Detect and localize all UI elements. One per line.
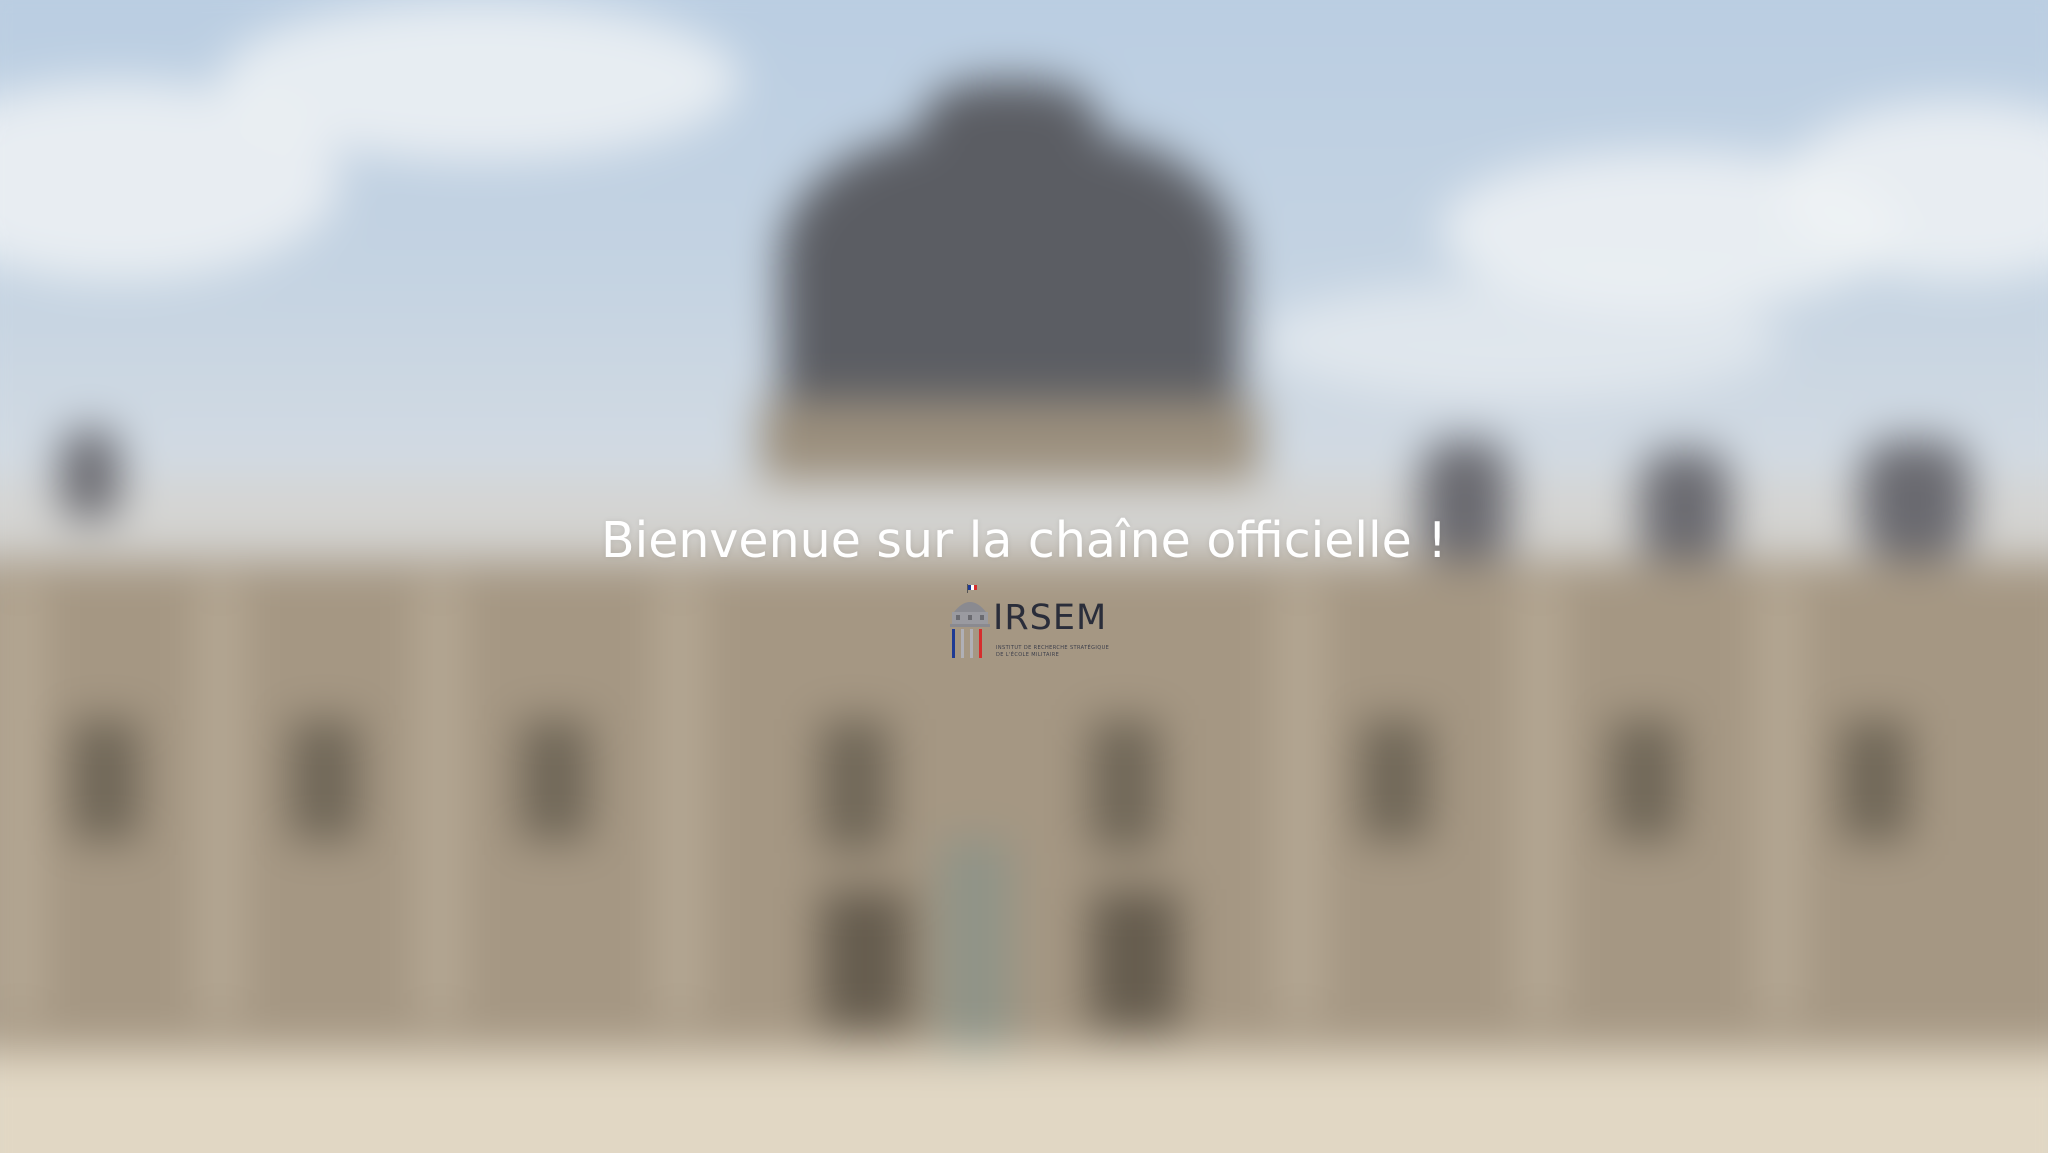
channel-banner: Bienvenue sur la chaîne officielle ! IRS… (0, 0, 2048, 1153)
irsem-building-flag-icon (950, 584, 990, 658)
irsem-logo: IRSEM INSTITUT DE RECHERCHE STRATÉGIQUE … (946, 584, 1116, 670)
background-photo (0, 0, 2048, 1153)
irsem-wordmark: IRSEM (993, 598, 1108, 638)
irsem-subtitle-line2: DE L'ÉCOLE MILITAIRE (996, 652, 1060, 658)
irsem-subtitle-line1: INSTITUT DE RECHERCHE STRATÉGIQUE (996, 645, 1110, 651)
welcome-title: Bienvenue sur la chaîne officielle ! (601, 512, 1447, 569)
